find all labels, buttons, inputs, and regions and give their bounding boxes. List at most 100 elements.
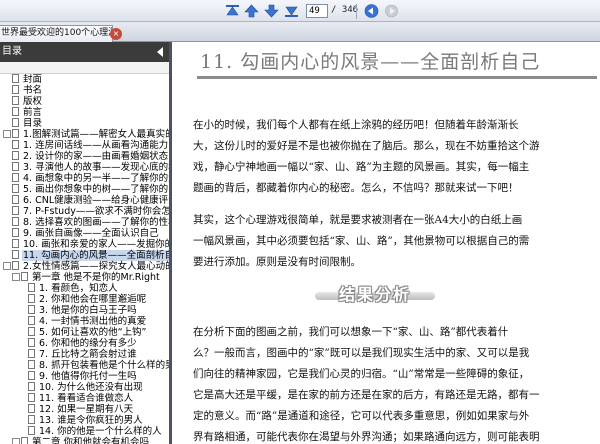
bookmark-panel: 目录 封面书名版权前言目录1.图解测试篇——解密女人最真实的心情1. 连房间话线… (0, 42, 172, 444)
close-tab-icon[interactable]: × (110, 28, 122, 40)
bookmark-item[interactable]: 8. 选择喜欢的图画——了解你的性格 (12, 217, 169, 228)
bookmark-item[interactable]: 第二章 你和他就会有机会吗 (12, 437, 150, 444)
paragraph-1: 在小的时候，我们每个人都有在纸上涂鸦的经历吧！但随着年龄渐渐长 大，这份儿时的爱好… (193, 115, 595, 199)
page-icon (28, 316, 35, 325)
toolbar-separator (356, 4, 357, 19)
bookmark-item[interactable]: 2. 设计你的家——由画看婚姻状态 (12, 151, 169, 162)
bookmark-item[interactable]: 9. 他值得你托付一生吗 (28, 371, 138, 382)
previous-page-icon[interactable] (243, 3, 260, 19)
bookmark-item[interactable]: 10. 为什么他还没有出现 (28, 382, 144, 393)
text-line: 题画的背后，都藏着你内心的秘密。怎么，不信吗？那就来试一下吧！ (193, 182, 519, 194)
document-tabs: 世界最受欢迎的100个心理测... × (0, 22, 600, 42)
text-line: 么？一般而言，图画中的“家”既可以是我们现实生活中的家、又可以是我 (193, 347, 530, 359)
bookmark-item[interactable]: 书名 (12, 85, 43, 96)
page-number-input[interactable] (306, 4, 328, 18)
page-icon (12, 173, 19, 182)
bookmark-item[interactable]: 4. 画想象中的另一半——了解你的爱情观 (12, 173, 169, 184)
last-page-icon[interactable] (283, 3, 300, 19)
bookmark-item[interactable]: 12. 如果一星期有八天 (28, 404, 134, 415)
bookmark-item[interactable]: 4. 一封情书测出他的真爱 (28, 316, 147, 327)
text-line: 要进行添加。原则是没有时间限制。 (193, 256, 361, 268)
expand-toggle-icon[interactable] (3, 129, 11, 138)
paragraph-3: 在分析下面的图画之前，我们可以想象一下“家、山、路”都代表着什 么？一般而言，图画… (193, 322, 595, 444)
bookmark-label: 14. 你的他是一个什么样的人 (39, 426, 162, 437)
page-icon (12, 74, 19, 83)
bookmark-item[interactable]: 第一章 他是不是你的Mr.Right (12, 272, 161, 283)
title-rule (197, 76, 597, 79)
bookmark-item[interactable]: 5. 画出你想象中的树——了解你的内心 (12, 184, 169, 195)
bookmark-label: 2. 你和他会在哪里邂逅呢 (39, 294, 147, 305)
bookmark-label: 2.女性情感篇——探究女人最心动的秘密 (23, 261, 169, 272)
next-page-icon[interactable] (263, 3, 280, 19)
bookmark-item[interactable]: 8. 抓开包装看他是个什么样的男人 (28, 360, 169, 371)
page-icon (28, 327, 35, 336)
page-icon (12, 239, 19, 248)
bookmark-label: 9. 画张自画像——全面认识自己 (23, 228, 159, 239)
bookmark-item[interactable]: 版权 (12, 96, 43, 107)
bookmark-item[interactable]: 封面 (12, 74, 43, 85)
bookmark-item[interactable]: 5. 如何让喜欢的他“上钩” (28, 327, 147, 338)
bookmark-item[interactable]: 3. 寻演他人的故事——发现心底的秘密 (12, 162, 169, 173)
bookmark-item[interactable]: 1. 看颜色，知恋人 (28, 283, 119, 294)
bookmark-label: 第二章 你和他就会有机会吗 (32, 437, 150, 444)
text-line: 它是高大还是平缓，是在家的前方还是在家的后方，有路还是无路，都有一 (193, 389, 540, 401)
document-tab-title: 世界最受欢迎的100个心理测... (1, 28, 112, 38)
bookmark-item[interactable]: 6. CNL健康测验——给身心健康评分 (12, 195, 169, 206)
bookmark-label: 11. 看看适合谁做恋人 (39, 393, 134, 404)
bookmark-item[interactable]: 2. 你和他会在哪里邂逅呢 (28, 294, 147, 305)
bookmark-panel-header: 目录 (0, 42, 169, 62)
text-line: 们向往的精神家园，它是我们心灵的归宿。“山”常常是一些障碍的象征， (193, 368, 530, 380)
bookmark-item[interactable]: 9. 画张自画像——全面认识自己 (12, 228, 160, 239)
bookmark-item[interactable]: 3. 他是你的白马王子吗 (28, 305, 138, 316)
text-line: 界有路相通，可能代表你在渴望与外界沟通；如果路通向远方，则可能表明 (193, 431, 540, 443)
go-back-icon[interactable] (363, 3, 380, 19)
page-icon (12, 195, 19, 204)
bookmark-item[interactable]: 前言 (12, 107, 43, 118)
expand-toggle-icon[interactable] (12, 437, 20, 444)
bookmark-label: 8. 选择喜欢的图画——了解你的性格 (23, 217, 169, 228)
text-line: 戏，静心宁神地画一幅以“家、山、路”为主题的风景画。其实，每一幅主 (193, 161, 530, 173)
collapse-panel-icon[interactable] (156, 47, 164, 57)
bookmark-item[interactable]: 目录 (12, 118, 43, 129)
navigation-toolbar: / 346 (0, 0, 600, 22)
bookmark-label: 目录 (23, 118, 43, 129)
bookmark-item[interactable]: 6. 你和他的缘分有多少 (28, 338, 138, 349)
bookmark-label: 4. 一封情书测出他的真爱 (39, 316, 147, 327)
expand-toggle-icon[interactable] (12, 272, 20, 281)
bookmark-label: 前言 (23, 107, 43, 118)
page-icon (28, 294, 35, 303)
page-icon (12, 217, 19, 226)
text-line: 定的意义。而“路”是通道和途径，它可以代表多重意思，例如如果家与外 (193, 410, 530, 422)
bookmark-label: 6. 你和他的缘分有多少 (39, 338, 137, 349)
page-icon (12, 261, 19, 270)
bookmark-item[interactable]: 10. 画张和亲爱的家人——发掘你的家庭 (12, 239, 169, 250)
bookmark-item[interactable]: 14. 你的他是一个什么样的人 (28, 426, 163, 437)
bookmark-item[interactable]: 1. 连房间话线——从画看沟通能力 (12, 140, 169, 151)
page-icon (21, 272, 28, 281)
bookmark-label: 3. 寻演他人的故事——发现心底的秘密 (23, 162, 169, 173)
page-icon (28, 283, 35, 292)
paragraph-2: 其实，这个心理游戏很简单，就是要求被测者在一张A4大小的白纸上画 一幅风景画，其中… (193, 210, 595, 273)
bookmark-item[interactable]: 7. 丘比特之箭会射过谁 (28, 349, 138, 360)
page-icon (12, 118, 19, 127)
bookmark-panel-title: 目录 (2, 46, 22, 57)
document-tab[interactable]: 世界最受欢迎的100个心理测... (0, 25, 113, 42)
page-icon (28, 415, 35, 424)
page-icon (28, 338, 35, 347)
page-icon (12, 151, 19, 160)
first-page-icon[interactable] (224, 3, 241, 19)
bookmark-item[interactable]: 7. P-Fstudy——欲求不满时你会怎么做 (12, 206, 169, 217)
go-forward-icon[interactable] (383, 3, 400, 19)
bookmark-label: 2. 设计你的家——由画看婚姻状态 (23, 151, 169, 162)
text-line: 一幅风景画，其中必须要包括“家、山、路”，其他景物可以根据自己的需 (193, 235, 530, 247)
bookmark-label: 3. 他是你的白马王子吗 (39, 305, 137, 316)
bookmark-label: 书名 (23, 85, 43, 96)
bookmark-group[interactable]: 2.女性情感篇——探究女人最心动的秘密 (3, 261, 169, 272)
expand-toggle-icon[interactable] (3, 261, 11, 270)
bookmark-item[interactable]: 13. 谁是令你疯狂的男人 (28, 415, 144, 426)
page-title: 11. 勾画内心的风景——全面剖析自己 (200, 51, 541, 73)
bookmark-item[interactable]: 11. 勾画内心的风景——全面剖析自己 (12, 250, 169, 261)
bookmark-item[interactable]: 11. 看看适合谁做恋人 (28, 393, 134, 404)
page-icon (12, 107, 19, 116)
bookmark-group[interactable]: 1.图解测试篇——解密女人最真实的心情 (3, 129, 169, 140)
